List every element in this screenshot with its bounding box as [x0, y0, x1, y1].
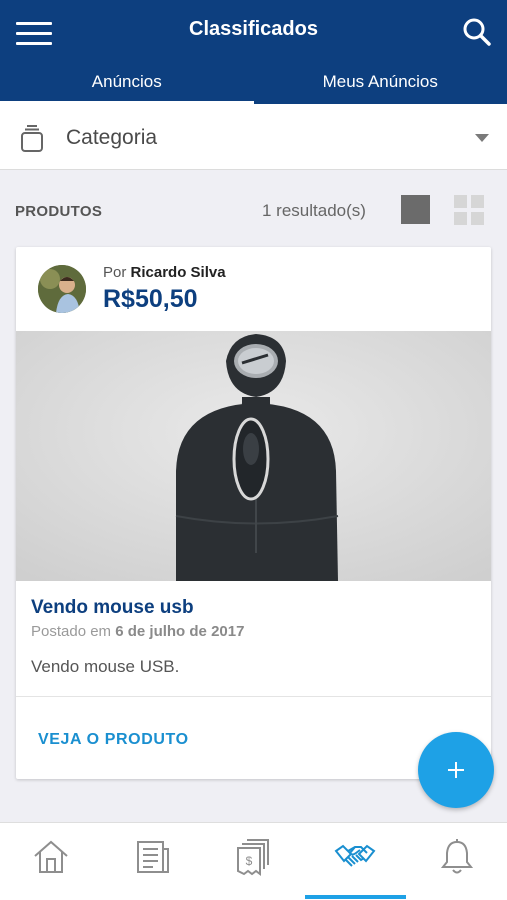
chevron-down-icon: [475, 134, 489, 142]
active-tab-indicator: [305, 895, 406, 899]
posted-date: Postado em 6 de julho de 2017: [31, 623, 245, 640]
page-title: Classificados: [189, 18, 318, 40]
handshake-icon[interactable]: [334, 837, 376, 877]
result-count: 1 resultado(s): [262, 201, 366, 220]
bell-icon[interactable]: [437, 837, 477, 877]
category-label: Categoria: [66, 126, 158, 149]
tab-bar: Anúncios Meus Anúncios: [0, 62, 507, 104]
seller-name: Ricardo Silva: [130, 264, 226, 281]
avatar: [38, 265, 86, 313]
list-view-icon[interactable]: [401, 195, 430, 224]
add-listing-button[interactable]: [418, 732, 494, 808]
seller-line: Por Ricardo Silva: [103, 264, 226, 281]
tab-anuncios[interactable]: Anúncios: [0, 62, 254, 104]
price: R$50,50: [103, 285, 198, 313]
news-icon[interactable]: [133, 837, 173, 877]
grid-view-icon[interactable]: [454, 195, 484, 225]
listing-card[interactable]: Por Ricardo Silva R$50,50 Vendo mouse us…: [16, 247, 491, 779]
category-select[interactable]: Categoria: [0, 104, 507, 170]
product-image[interactable]: [16, 331, 491, 581]
section-label: PRODUTOS: [15, 203, 103, 220]
svg-text:$: $: [246, 854, 253, 868]
product-title[interactable]: Vendo mouse usb: [31, 597, 194, 619]
search-icon[interactable]: [461, 16, 493, 48]
divider: [16, 696, 491, 697]
view-product-button[interactable]: VEJA O PRODUTO: [38, 731, 189, 749]
app-bar: Classificados Anúncios Meus Anúncios: [0, 0, 507, 104]
product-description: Vendo mouse USB.: [31, 657, 180, 676]
tab-meus-anuncios[interactable]: Meus Anúncios: [254, 62, 507, 104]
bottom-nav: $: [0, 822, 507, 900]
stack-icon: [18, 124, 46, 154]
home-icon[interactable]: [31, 837, 71, 877]
receipts-icon[interactable]: $: [233, 837, 273, 877]
